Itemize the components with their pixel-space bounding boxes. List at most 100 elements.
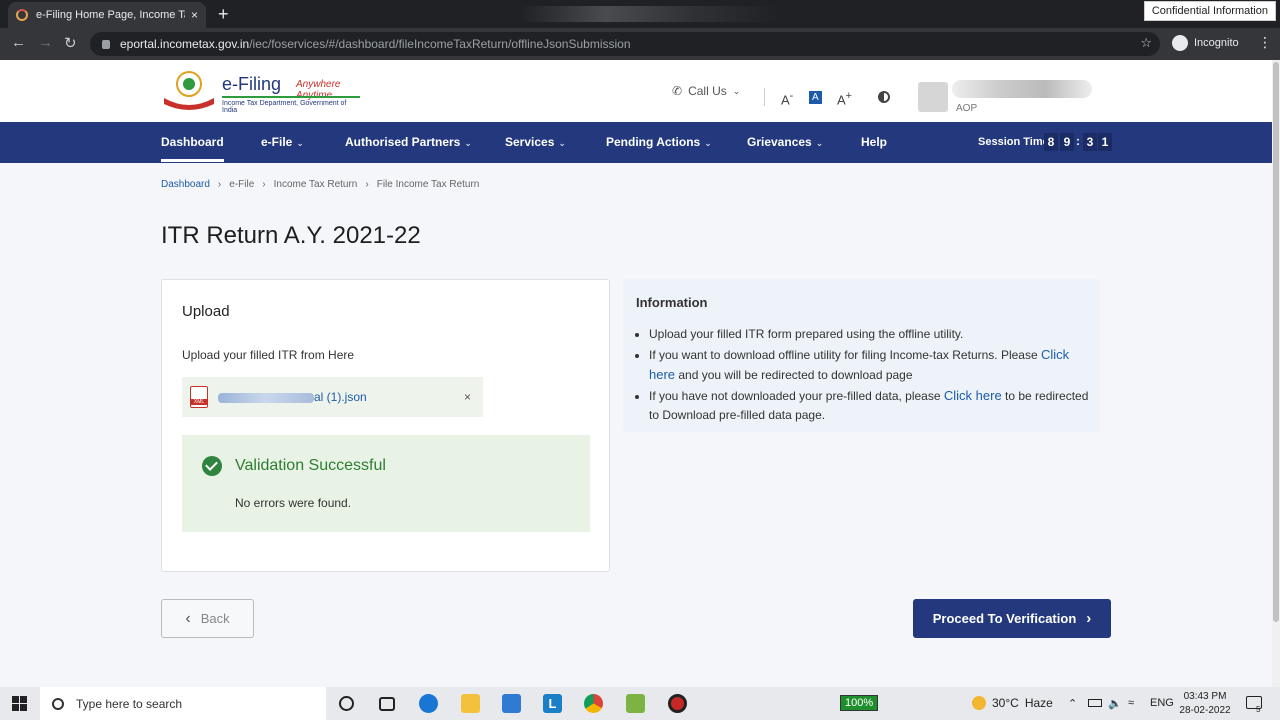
breadcrumb-efile[interactable]: e-File: [229, 179, 254, 190]
session-colon: :: [1076, 134, 1080, 148]
font-decrease-button[interactable]: A-: [781, 90, 793, 107]
site-favicon-icon: [16, 9, 28, 21]
brand-name: e-Filing: [222, 74, 282, 94]
temperature: 30°C: [992, 696, 1019, 710]
session-digit: 1: [1098, 133, 1112, 151]
session-digit: 8: [1044, 133, 1058, 151]
back-button[interactable]: ‹ Back: [161, 599, 254, 638]
nav-authorised-partners[interactable]: Authorised Partners ⌄: [345, 135, 472, 149]
l-app-icon[interactable]: L: [543, 694, 562, 713]
new-tab-button[interactable]: +: [218, 4, 229, 24]
tab-close-icon[interactable]: ×: [191, 8, 198, 22]
call-us-dropdown[interactable]: ✆ Call Us ⌄: [672, 84, 740, 98]
validation-title: Validation Successful: [235, 457, 386, 474]
chevron-down-icon: ⌄: [704, 138, 712, 148]
session-digit: 9: [1060, 133, 1074, 151]
browser-tab[interactable]: e-Filing Home Page, Income Tax ×: [8, 2, 206, 28]
chevron-down-icon: ⌄: [815, 138, 824, 148]
incognito-label: Incognito: [1194, 37, 1239, 49]
incognito-indicator[interactable]: Incognito: [1172, 35, 1239, 51]
breadcrumb: Dashboard › e-File › Income Tax Return ›…: [161, 179, 479, 190]
browser-menu-icon[interactable]: ⋮: [1258, 34, 1272, 51]
utility-app-icon[interactable]: [626, 694, 645, 713]
page-title: ITR Return A.Y. 2021-22: [161, 222, 421, 249]
nav-services[interactable]: Services ⌄: [505, 135, 566, 149]
incognito-icon: [1172, 35, 1188, 51]
nav-help[interactable]: Help: [861, 135, 887, 149]
information-panel: Information Upload your filled ITR form …: [623, 279, 1100, 432]
weather-widget[interactable]: 30°C Haze: [972, 696, 1053, 710]
font-increase-button[interactable]: A+: [837, 90, 852, 107]
info-item: If you want to download offline utility …: [649, 345, 1089, 385]
upload-card: Upload Upload your filled ITR from Here …: [161, 279, 610, 572]
chevron-left-icon: ‹: [185, 609, 191, 627]
taskbar-clock[interactable]: 03:43 PM 28-02-2022: [1172, 690, 1238, 718]
battery-indicator[interactable]: 100%: [840, 695, 879, 711]
blurred-region: [520, 6, 780, 22]
main-navigation: Dashboard e-File ⌄ Authorised Partners ⌄ S…: [0, 122, 1272, 163]
lock-icon: [102, 39, 110, 49]
bookmark-star-icon[interactable]: ☆: [1140, 35, 1152, 51]
wifi-icon[interactable]: ≈: [1128, 697, 1134, 709]
search-placeholder: Type here to search: [76, 696, 183, 711]
proceed-button-label: Proceed To Verification: [932, 611, 1077, 626]
site-header: e-Filing Anywhere Anytime Income Tax Dep…: [0, 60, 1272, 122]
taskbar-search-box[interactable]: Type here to search: [40, 687, 326, 720]
clock-date: 28-02-2022: [1179, 705, 1231, 716]
browser-toolbar: ← → ↻ eportal.incometax.gov.in/iec/foser…: [0, 28, 1280, 60]
efiling-logo[interactable]: e-Filing Anywhere Anytime Income Tax Dep…: [162, 70, 362, 114]
remove-file-icon[interactable]: ×: [464, 390, 471, 404]
user-name-blurred: [952, 80, 1092, 98]
font-normal-button[interactable]: A: [809, 91, 822, 104]
nav-grievances[interactable]: Grievances ⌄: [747, 135, 823, 149]
task-view-icon[interactable]: [379, 697, 395, 711]
language-indicator[interactable]: ENG: [1150, 697, 1174, 709]
reload-icon[interactable]: ↻: [64, 34, 77, 52]
contrast-icon[interactable]: [878, 91, 890, 103]
nav-dashboard[interactable]: Dashboard: [161, 135, 224, 162]
uploaded-file-name[interactable]: al (1).json: [218, 390, 367, 404]
upload-title: Upload: [182, 303, 230, 320]
volume-icon[interactable]: 🔈: [1108, 697, 1122, 710]
user-avatar[interactable]: [918, 82, 948, 112]
chevron-down-icon: ⌄: [296, 138, 304, 148]
chevron-down-icon: ⌄: [732, 85, 741, 96]
windows-start-icon[interactable]: [12, 696, 27, 711]
web-page: e-Filing Anywhere Anytime Income Tax Dep…: [0, 60, 1272, 687]
notification-count: 5: [1256, 705, 1261, 714]
mail-icon[interactable]: [502, 694, 521, 713]
nav-efile[interactable]: e-File ⌄: [261, 135, 304, 149]
chevron-right-icon: ›: [365, 179, 369, 190]
breadcrumb-dashboard[interactable]: Dashboard: [161, 179, 210, 190]
scrollbar-thumb[interactable]: [1273, 62, 1279, 622]
prefilled-data-link[interactable]: Click here: [944, 388, 1002, 403]
chrome-icon[interactable]: [584, 694, 603, 713]
clock-time: 03:43 PM: [1183, 691, 1227, 702]
breadcrumb-income-tax-return[interactable]: Income Tax Return: [274, 179, 358, 190]
battery-tray-icon[interactable]: [1088, 699, 1102, 707]
breadcrumb-file-income-tax-return: File Income Tax Return: [376, 179, 480, 190]
chevron-right-icon: ›: [217, 179, 222, 190]
edge-browser-icon[interactable]: [419, 694, 438, 713]
session-digit: 3: [1083, 133, 1097, 151]
weather-condition: Haze: [1024, 696, 1053, 710]
uploaded-file-chip: al (1).json ×: [182, 377, 483, 417]
xml-file-icon: [190, 386, 208, 408]
file-explorer-icon[interactable]: [461, 694, 480, 713]
forward-arrow-icon[interactable]: →: [38, 34, 53, 51]
back-arrow-icon[interactable]: ←: [11, 34, 26, 51]
page-scrollbar[interactable]: [1272, 60, 1280, 687]
weather-sun-icon: [972, 696, 986, 710]
confidential-label: Confidential Information: [1143, 1, 1276, 21]
address-bar[interactable]: eportal.incometax.gov.in/iec/foservices/…: [90, 32, 1160, 56]
proceed-to-verification-button[interactable]: Proceed To Verification ›: [913, 599, 1111, 638]
record-icon[interactable]: [668, 694, 687, 713]
user-role: AOP: [956, 103, 978, 114]
department-name: Income Tax Department, Government of Ind…: [222, 96, 360, 114]
nav-pending-actions[interactable]: Pending Actions ⌄: [606, 135, 712, 149]
cortana-icon[interactable]: [339, 696, 354, 711]
url-text: eportal.incometax.gov.in/iec/foservices/…: [120, 37, 631, 51]
tray-chevron-up-icon[interactable]: ⌃: [1068, 697, 1077, 710]
chevron-right-icon: ›: [262, 179, 266, 190]
info-item: If you have not downloaded your pre-fill…: [649, 386, 1089, 425]
